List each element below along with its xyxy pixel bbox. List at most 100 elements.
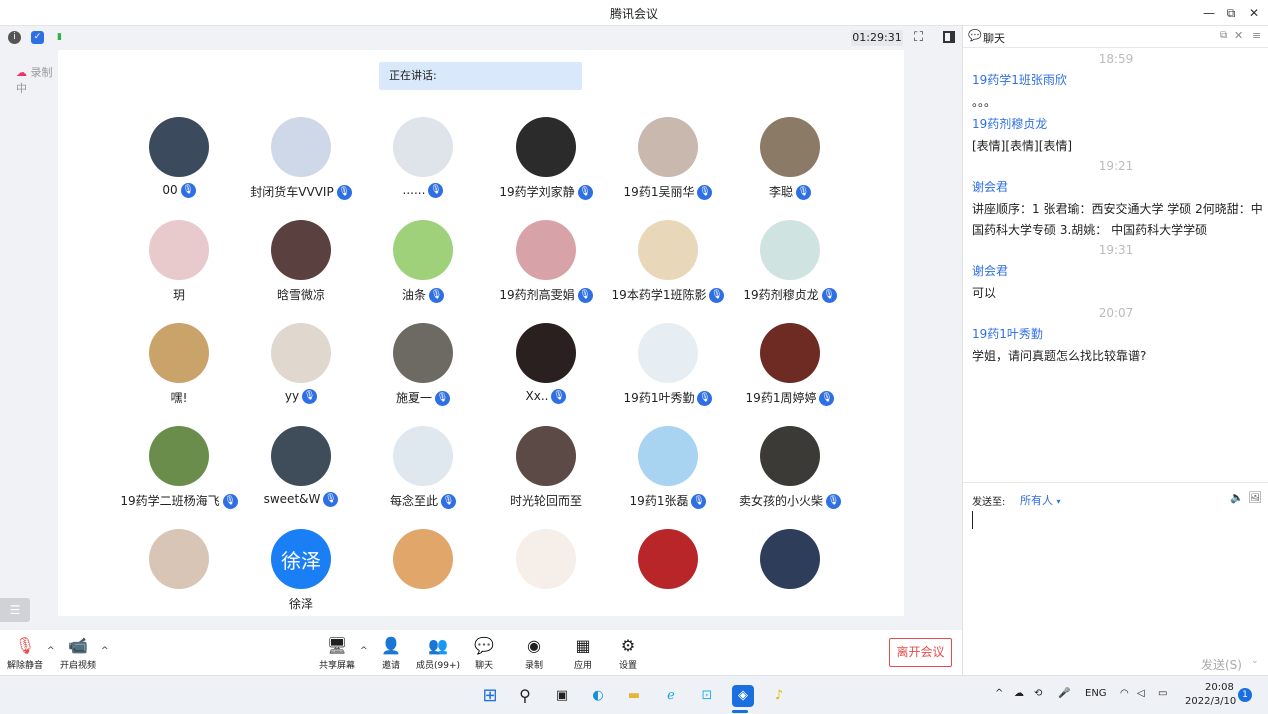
onedrive-icon[interactable]: ☁ xyxy=(1014,688,1024,699)
shield-icon[interactable]: ✓ xyxy=(31,31,44,44)
participant-tile[interactable]: yy 🎙 xyxy=(240,323,362,423)
video-options-chevron-icon[interactable]: ^ xyxy=(101,646,109,656)
mic-icon: 🎙 xyxy=(441,494,456,509)
edge-browser-icon[interactable]: ◐ xyxy=(587,685,609,707)
avatar xyxy=(149,220,209,280)
participant-tile[interactable]: 晗雪微凉 xyxy=(240,220,362,320)
participant-tile[interactable]: 玥 xyxy=(118,220,240,320)
participant-tile[interactable]: 油条 🎙 xyxy=(362,220,484,320)
meeting-timer: 01:29:31 xyxy=(851,30,903,46)
participant-tile[interactable]: 19药1周婷婷 🎙 xyxy=(729,323,851,423)
participant-tile[interactable]: 19药1吴丽华 🎙 xyxy=(607,117,729,217)
windows-start-icon[interactable]: ⊞ xyxy=(479,685,501,707)
fullscreen-icon[interactable]: ⛶ xyxy=(914,30,923,45)
participant-tile[interactable] xyxy=(607,529,729,616)
participant-name-text: 嘿! xyxy=(170,391,188,405)
close-icon[interactable]: ✕ xyxy=(1234,29,1243,42)
clock-time[interactable]: 20:08 xyxy=(1205,682,1234,693)
music-app-icon[interactable]: ♪ xyxy=(768,685,790,707)
participant-tile[interactable]: 19药学二班杨海飞 🎙 xyxy=(118,426,240,526)
record-button[interactable]: ◉ 录制 xyxy=(509,636,559,671)
participant-tile[interactable]: 徐泽 徐泽 xyxy=(240,529,362,616)
participant-tile[interactable]: ...... 🎙 xyxy=(362,117,484,217)
minimize-button[interactable]: — xyxy=(1200,4,1218,22)
list-toggle-icon[interactable]: ☰ xyxy=(0,598,30,622)
close-button[interactable]: ✕ xyxy=(1245,4,1263,22)
participant-name: 19药1吴丽华 🎙 xyxy=(607,183,729,200)
participant-tile[interactable]: 19药1叶秀勤 🎙 xyxy=(607,323,729,423)
participant-tile[interactable] xyxy=(118,529,240,616)
battery-icon[interactable]: ▭ xyxy=(1158,688,1167,699)
recipient-select[interactable]: 所有人 ▾ xyxy=(1020,492,1061,508)
file-explorer-icon[interactable]: ▬ xyxy=(623,685,645,707)
participant-tile[interactable]: 19药学刘家静 🎙 xyxy=(485,117,607,217)
avatar xyxy=(393,323,453,383)
participant-tile[interactable]: 时光轮回而至 xyxy=(485,426,607,526)
chat-title: 聊天 xyxy=(983,32,1005,45)
participant-tile[interactable]: 19本药学1班陈影 🎙 xyxy=(607,220,729,320)
participant-tile[interactable]: 19药剂高雯娟 🎙 xyxy=(485,220,607,320)
share-screen-button[interactable]: 🖥 共享屏幕 xyxy=(312,636,362,671)
participant-tile[interactable]: 19药1张磊 🎙 xyxy=(607,426,729,526)
avatar xyxy=(760,426,820,486)
participant-tile[interactable]: sweet&W 🎙 xyxy=(240,426,362,526)
participant-tile[interactable]: 卖女孩的小火柴 🎙 xyxy=(729,426,851,526)
participant-tile[interactable] xyxy=(362,529,484,616)
task-view-icon[interactable]: ▣ xyxy=(551,685,573,707)
participant-tile[interactable]: 施夏一 🎙 xyxy=(362,323,484,423)
apps-button[interactable]: ▦ 应用 xyxy=(558,636,608,671)
members-button[interactable]: 👥 成员(99+) xyxy=(413,636,463,671)
mic-icon: 🎙 xyxy=(323,492,339,507)
participant-tile[interactable]: 00 🎙 xyxy=(118,117,240,217)
send-button[interactable]: 发送(S) xyxy=(1201,656,1242,673)
wifi-icon[interactable]: ◠ xyxy=(1120,688,1129,699)
ie-icon[interactable]: ℯ xyxy=(660,685,682,707)
invite-button[interactable]: 👤 邀请 xyxy=(366,636,416,671)
participant-tile[interactable]: 嘿! xyxy=(118,323,240,423)
microphone-icon[interactable]: 🎤 xyxy=(1058,688,1070,699)
chat-bubble-icon: 💬 xyxy=(968,29,982,42)
volume-icon[interactable]: ◁ xyxy=(1137,688,1145,699)
participant-tile[interactable] xyxy=(485,529,607,616)
layout-icon[interactable] xyxy=(943,31,955,43)
meeting-toolbar: 🎙 解除静音 ^ 📹 开启视频 ^ 🖥 共享屏幕 ^ 👤 邀请 👥 成员(99+… xyxy=(0,630,962,675)
participant-name-text: 每念至此 xyxy=(389,494,438,508)
tencent-meeting-icon[interactable]: ◈ xyxy=(732,685,754,707)
leave-meeting-button[interactable]: 离开会议 xyxy=(889,638,952,667)
participant-tile[interactable] xyxy=(729,529,851,616)
send-options-chevron-icon[interactable]: ⌄ xyxy=(1251,656,1259,666)
signal-icon[interactable]: ▮ xyxy=(53,31,66,44)
participant-tile[interactable]: 封闭货车VVVIP 🎙 xyxy=(240,117,362,217)
participant-tile[interactable]: Xx.. 🎙 xyxy=(485,323,607,423)
speaker-icon[interactable]: 🔈 xyxy=(1230,491,1244,504)
participant-name-text: 19药学刘家静 xyxy=(499,185,575,199)
search-icon[interactable]: ⚲ xyxy=(514,685,536,707)
chat-button[interactable]: 💬 聊天 xyxy=(459,636,509,671)
participant-name: 每念至此 🎙 xyxy=(362,492,484,509)
start-video-button[interactable]: 📹 开启视频 xyxy=(53,636,103,671)
message-text: 。。。 xyxy=(972,95,997,109)
image-icon[interactable]: 🖼 xyxy=(1248,491,1262,504)
mic-icon: 🎙 xyxy=(180,183,196,198)
mic-icon: 🎙 xyxy=(697,391,713,406)
participant-name: 19药1周婷婷 🎙 xyxy=(729,389,851,406)
active-app-indicator xyxy=(732,710,748,713)
restore-button[interactable]: ⧉ xyxy=(1222,4,1240,22)
notification-badge[interactable]: 1 xyxy=(1238,688,1252,702)
participant-tile[interactable]: 李聪 🎙 xyxy=(729,117,851,217)
input-language[interactable]: ENG xyxy=(1085,688,1107,699)
clock-date[interactable]: 2022/3/10 xyxy=(1185,696,1236,707)
settings-button[interactable]: ⚙ 设置 xyxy=(603,636,653,671)
menu-icon[interactable]: ≡ xyxy=(1252,29,1261,42)
info-icon[interactable]: i xyxy=(8,31,21,44)
unmute-button[interactable]: 🎙 解除静音 xyxy=(0,636,50,671)
show-hidden-icons-chevron-icon[interactable]: ^ xyxy=(995,688,1003,699)
participant-name: 19药1叶秀勤 🎙 xyxy=(607,389,729,406)
participant-tile[interactable]: 19药剂穆贞龙 🎙 xyxy=(729,220,851,320)
message-input[interactable] xyxy=(972,507,1260,637)
bilibili-icon[interactable]: ⊡ xyxy=(696,685,718,707)
avatar xyxy=(149,117,209,177)
sync-icon[interactable]: ⟲ xyxy=(1034,688,1042,699)
popout-icon[interactable]: ⧉ xyxy=(1220,30,1227,41)
participant-tile[interactable]: 每念至此 🎙 xyxy=(362,426,484,526)
